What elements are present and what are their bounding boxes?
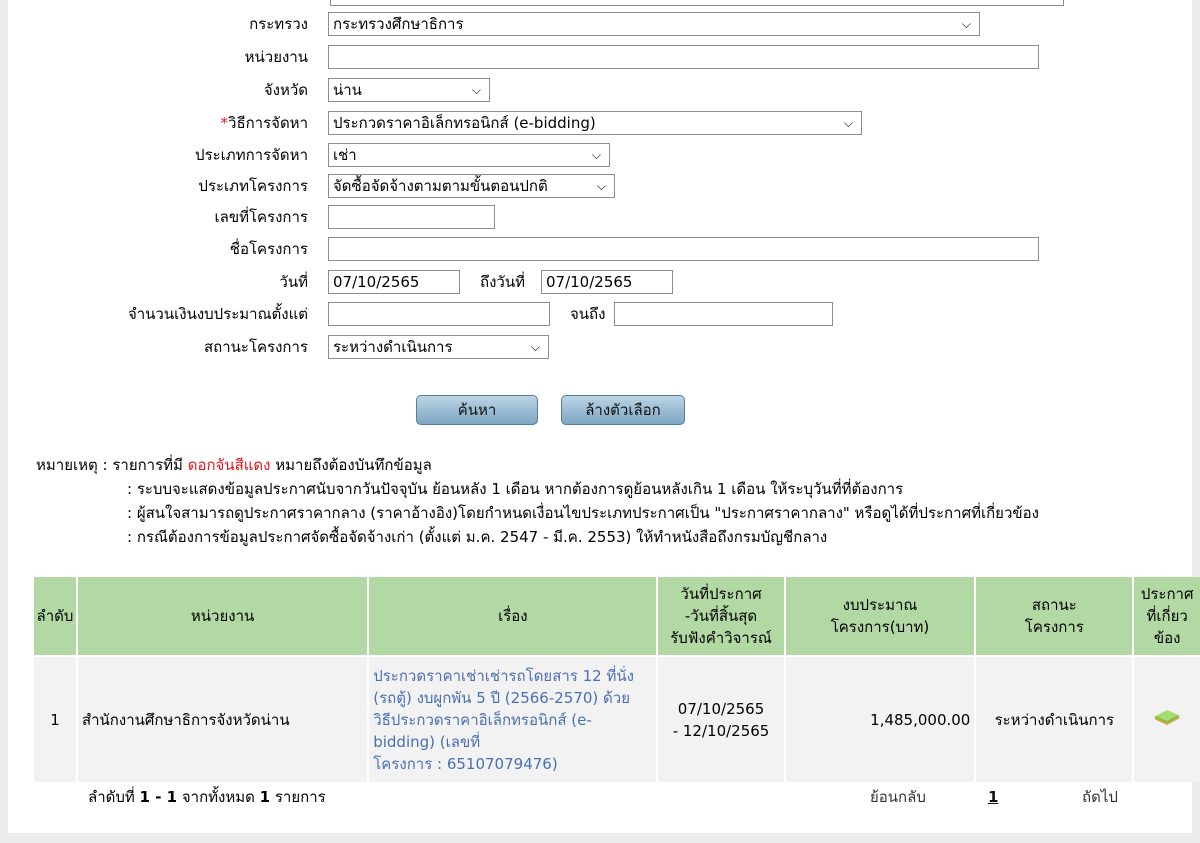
cell-status: ระหว่างดำเนินการ [975,655,1135,782]
budget-from-input[interactable] [328,302,550,326]
budget-to-input[interactable] [614,302,833,326]
chevron-down-icon: ⌵ [530,340,540,354]
note-suffix: หมายถึงต้องบันทึกข้อมูล [270,456,432,474]
status-label: สถานะโครงการ [203,338,308,356]
subject-line-5: โครงการ : 65107079476) [373,754,558,773]
province-label: จังหวัด [263,81,308,99]
subject-line-1: ประกวดราคาเช่าเช่ารถโดยสาร 12 ที่นั่ง [373,666,634,685]
col-no: ลำดับ [34,577,78,656]
summary-mid: จากทั้งหมด [177,788,260,806]
col-agency: หน่วยงาน [76,577,370,656]
table-header-row: ลำดับ หน่วยงาน เรื่อง วันที่ประกาศ -วันท… [34,577,1200,656]
cell-dates: 07/10/2565 - 12/10/2565 [657,655,786,782]
agency-input[interactable] [328,45,1039,69]
subject-line-2: (รถตู้) งบผูกพัน 5 ปี (2566-2570) ด้วย [373,688,630,707]
chevron-down-icon: ⌵ [961,17,971,31]
project-name-label: ชื่อโครงการ [229,240,308,258]
note-highlight: ดอกจันสีแดง [187,456,271,474]
date-from-input[interactable]: 07/10/2565 [328,270,460,294]
chevron-down-icon: ⌵ [591,148,601,162]
project-type-select[interactable]: จัดซื้อจัดจ้างตามตามขั้นตอนปกติ ⌵ [328,174,615,198]
method-select[interactable]: ประกวดราคาอิเล็กทรอนิกส์ (e-bidding) ⌵ [328,111,862,135]
budget-to-label: จนถึง [570,305,606,323]
note-line-3: : ผู้สนใจสามารถดูประกาศราคากลาง (ราคาอ้า… [127,504,1039,522]
page-1-link[interactable]: 1 [988,786,998,808]
note-prefix: หมายเหตุ : รายการที่มี [36,456,188,474]
date-announce: 07/10/2565 [677,699,765,718]
col-dates: วันที่ประกาศ -วันที่สิ้นสุด รับฟังคำวิจา… [657,577,786,656]
col-related-line-3: ข้อง [1153,629,1181,647]
subject-line-4: bidding) (เลขที่ [373,732,481,751]
chevron-down-icon: ⌵ [843,116,853,130]
col-status-line-1: สถานะ [1031,596,1077,614]
project-no-label: เลขที่โครงการ [214,208,309,226]
page-panel: กระทรวง กระทรวงศึกษาธิการ ⌵ หน่วยงาน จัง… [8,0,1200,833]
procurement-type-select[interactable]: เช่า ⌵ [328,143,610,167]
project-type-label: ประเภทโครงการ [198,177,308,195]
note-line-2: : ระบบจะแสดงข้อมูลประกาศนับจากวันปัจจุบั… [127,480,904,498]
summary-suffix: รายการ [270,788,326,806]
col-budget-line-1: งบประมาณ [842,596,918,614]
col-subject: เรื่อง [368,577,659,656]
date-end: - 12/10/2565 [672,721,770,740]
project-no-input[interactable] [328,205,495,229]
col-status: สถานะ โครงการ [975,577,1135,656]
project-name-input[interactable] [328,237,1039,261]
col-budget: งบประมาณ โครงการ(บาท) [784,577,977,656]
project-type-value: จัดซื้อจัดจ้างตามตามขั้นตอนปกติ [333,177,548,195]
search-button[interactable]: ค้นหา [416,395,538,425]
agency-label: หน่วยงาน [244,48,308,66]
subject-line-3: วิธีประกวดราคาอิเล็กทรอนิกส์ (e- [373,710,592,729]
notes: หมายเหตุ : รายการที่มี ดอกจันสีแดง หมายถ… [36,453,1039,549]
ministry-select[interactable]: กระทรวงศึกษาธิการ ⌵ [328,12,980,36]
col-related-line-2: ที่เกี่ยว [1146,607,1188,625]
col-dates-line-2: -วันที่สิ้นสุด [684,607,758,625]
document-stack-icon [1152,707,1182,727]
note-line-1: หมายเหตุ : รายการที่มี ดอกจันสีแดง หมายถ… [36,453,1039,477]
summary-prefix: ลำดับที่ [88,788,140,806]
method-label-text: วิธีการจัดหา [228,114,308,132]
ministry-value: กระทรวงศึกษาธิการ [333,15,464,33]
back-link[interactable]: ย้อนกลับ [870,786,926,808]
chevron-down-icon: ⌵ [596,179,606,193]
summary-total: 1 [259,788,271,806]
col-budget-line-2: โครงการ(บาท) [830,618,930,636]
cell-agency: สำนักงานศึกษาธิการจังหวัดน่าน [76,655,370,782]
chevron-down-icon: ⌵ [471,83,481,97]
date-to-label: ถึงวันที่ [480,273,525,291]
province-value: น่าน [333,81,362,99]
summary-range: 1 - 1 [139,788,178,806]
next-link[interactable]: ถัดไป [1082,786,1118,808]
date-to-input[interactable]: 07/10/2565 [541,270,673,294]
col-related-line-1: ประกาศ [1140,585,1194,603]
related-docs-button[interactable] [1133,655,1200,782]
status-value: ระหว่างดำเนินการ [333,338,453,356]
ministry-label: กระทรวง [249,15,308,33]
result-summary: ลำดับที่ 1 - 1 จากทั้งหมด 1 รายการ [88,786,326,808]
table-row: 1 สำนักงานศึกษาธิการจังหวัดน่าน ประกวดรา… [34,655,1200,782]
results-table: ลำดับ หน่วยงาน เรื่อง วันที่ประกาศ -วันท… [34,577,1200,782]
method-value: ประกวดราคาอิเล็กทรอนิกส์ (e-bidding) [333,114,596,132]
note-line-4: : กรณีต้องการข้อมูลประกาศจัดซื้อจัดจ้างเ… [127,528,828,546]
cell-budget: 1,485,000.00 [784,655,977,782]
method-label: *วิธีการจัดหา [8,111,308,135]
status-select[interactable]: ระหว่างดำเนินการ ⌵ [328,335,549,359]
col-status-line-2: โครงการ [1024,618,1084,636]
col-dates-line-3: รับฟังคำวิจารณ์ [670,629,772,647]
procurement-type-label: ประเภทการจัดหา [195,146,308,164]
col-dates-line-1: วันที่ประกาศ [680,585,762,603]
col-related: ประกาศ ที่เกี่ยว ข้อง [1133,577,1200,656]
cell-no: 1 [34,655,78,782]
procurement-type-value: เช่า [333,146,357,164]
required-mark: * [220,114,229,132]
province-select[interactable]: น่าน ⌵ [328,78,490,102]
date-from-label: วันที่ [279,273,308,291]
keyword-input[interactable] [330,0,1064,6]
project-link[interactable]: ประกวดราคาเช่าเช่ารถโดยสาร 12 ที่นั่ง (ร… [368,655,659,782]
clear-button[interactable]: ล้างตัวเลือก [561,395,685,425]
budget-from-label: จำนวนเงินงบประมาณตั้งแต่ [127,305,308,323]
